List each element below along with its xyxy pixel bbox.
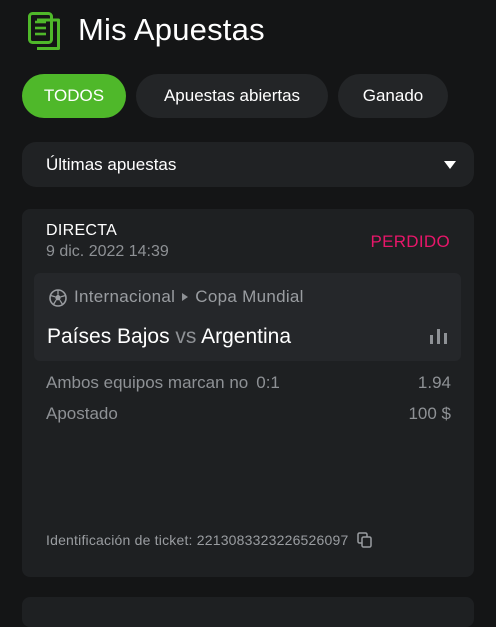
odds-value: 1.94 [417,373,451,392]
stake-value: 100 $ [408,404,451,423]
page-title: Mis Apuestas [78,12,265,47]
league-breadcrumb: Internacional Copa Mundial [74,287,304,307]
stake-label: Apostado [46,404,118,423]
bet-card[interactable]: DIRECTA 9 dic. 2022 14:39 PERDIDO Intern… [22,209,474,577]
document-list-icon [28,12,60,50]
chevron-right-icon [182,293,189,301]
selection-label: Ambos equipos marcan no [46,373,249,392]
bar-chart-icon[interactable] [430,329,447,344]
dropdown-selected-label: Últimas apuestas [46,154,177,174]
bet-type-label: DIRECTA [46,222,118,239]
filter-tab-open-bets[interactable]: Apuestas abiertas [136,74,328,118]
event-panel[interactable]: Internacional Copa Mundial Países Bajos … [34,273,461,361]
page-header: Mis Apuestas [0,0,496,62]
home-team: Países Bajos [47,325,170,348]
filter-tab-won[interactable]: Ganado [338,74,448,118]
ticket-id-row: Identificación de ticket: 22130833232265… [46,532,373,548]
stake-row: Apostado 100 $ [46,404,451,424]
league-country: Internacional [74,287,176,306]
match-title: Países Bajos vs Argentina [47,325,291,349]
ticket-id: 2213083323226526097 [196,532,349,548]
league-name: Copa Mundial [195,287,304,306]
next-bet-card[interactable] [22,597,474,627]
bet-status-badge: PERDIDO [370,232,450,251]
copy-icon[interactable] [357,532,373,548]
filter-tab-all[interactable]: TODOS [22,74,126,118]
soccer-ball-icon [49,289,67,307]
ticket-label: Identificación de ticket: [46,532,193,548]
bet-date: 9 dic. 2022 14:39 [46,243,169,260]
bets-period-dropdown[interactable]: Últimas apuestas [22,142,474,187]
selection-row: Ambos equipos marcan no 0:1 1.94 [46,373,451,393]
away-team: Argentina [201,325,292,348]
caret-down-icon [444,161,456,169]
selection-score: 0:1 [256,373,280,392]
filter-tabs: TODOS Apuestas abiertas Ganado [22,74,496,118]
vs-label: vs [175,325,197,348]
